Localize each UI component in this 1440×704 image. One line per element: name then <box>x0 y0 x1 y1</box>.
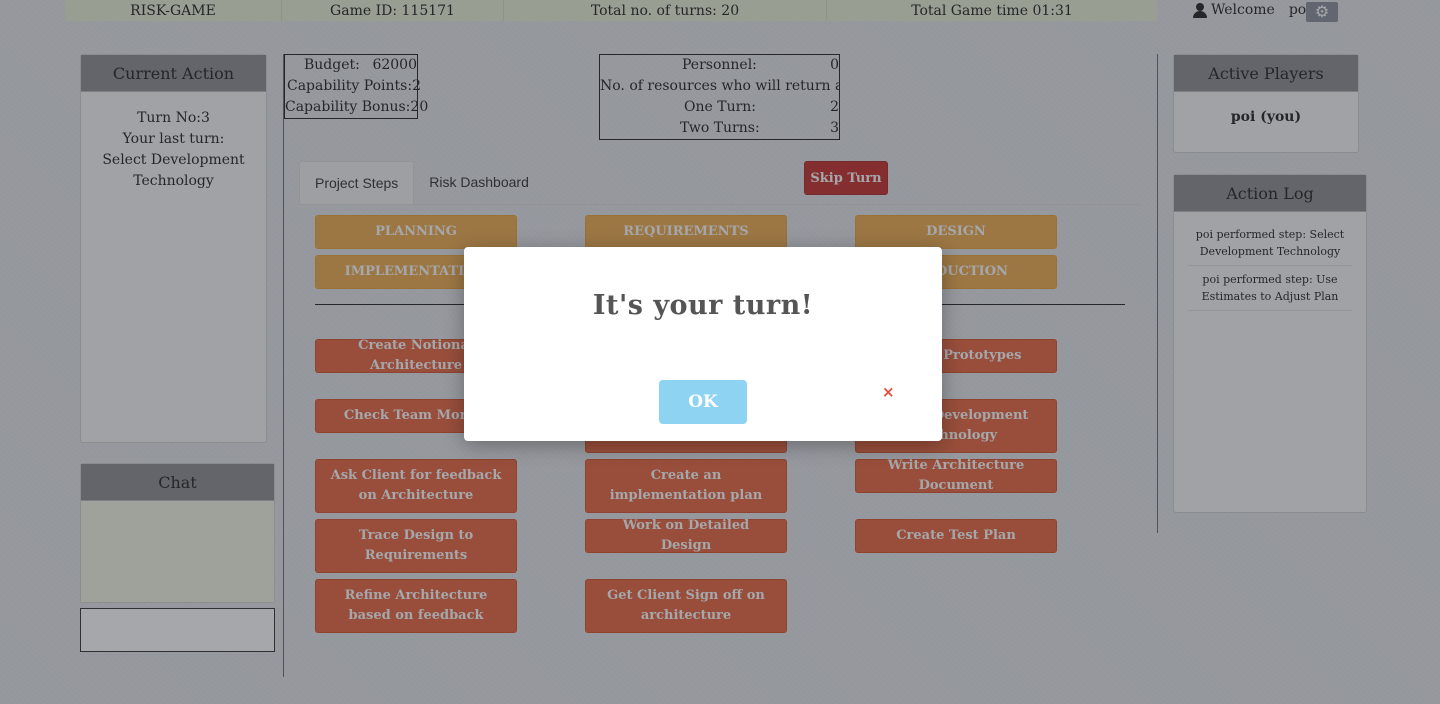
ok-button[interactable]: OK <box>659 380 747 424</box>
modal-title: It's your turn! <box>592 290 814 321</box>
turn-modal: It's your turn! OK × <box>464 247 942 441</box>
close-icon[interactable]: × <box>882 383 895 401</box>
